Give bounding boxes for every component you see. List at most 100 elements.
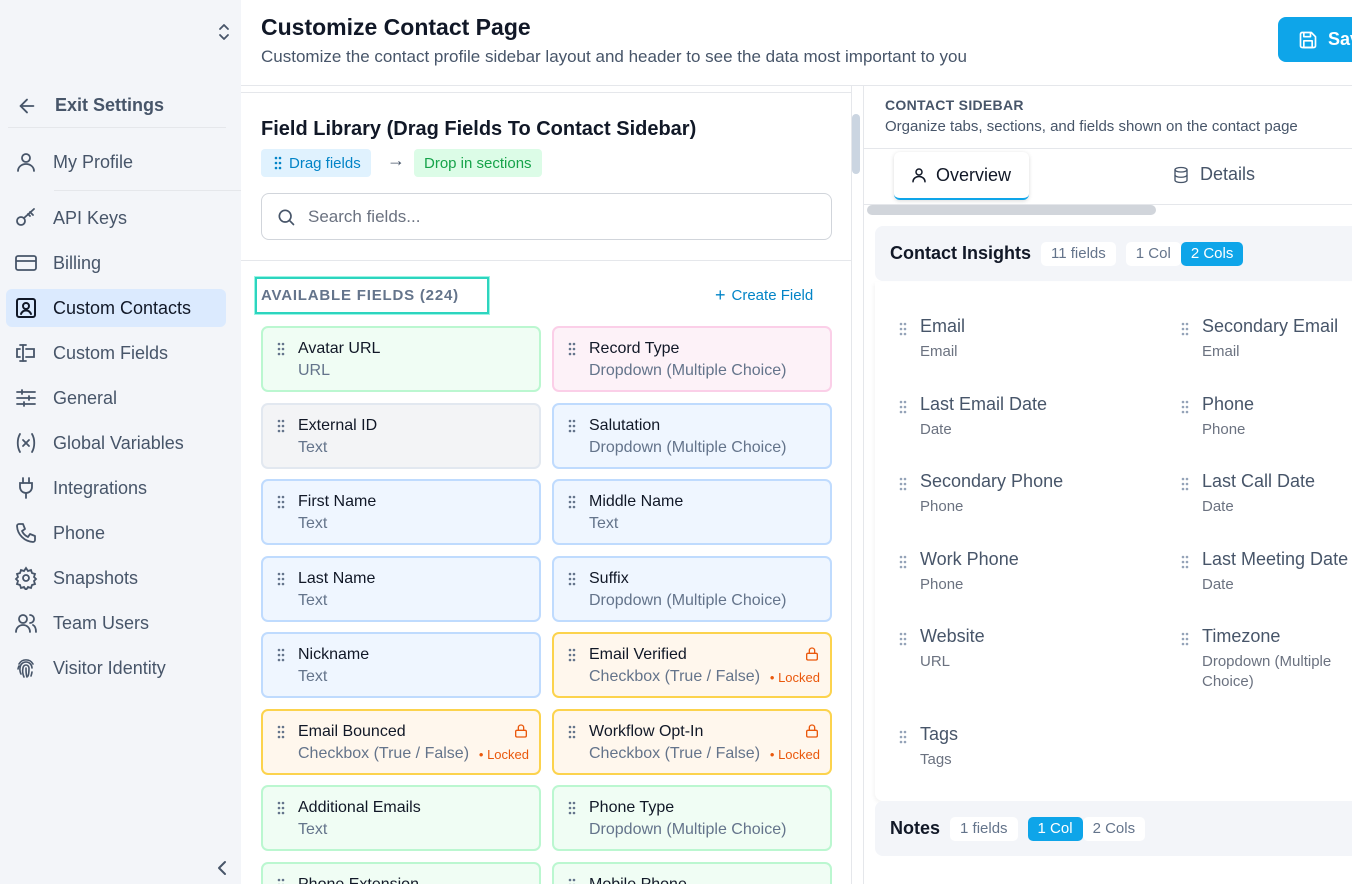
plus-icon: + bbox=[715, 285, 726, 305]
grip-icon[interactable] bbox=[1181, 555, 1189, 569]
sidebar-item-visitor-identity[interactable]: Visitor Identity bbox=[6, 649, 226, 687]
field-card[interactable]: Email Bounced Checkbox (True / False) • Lo… bbox=[261, 708, 541, 775]
sidebar-item-my-profile[interactable]: My Profile bbox=[6, 143, 226, 181]
field-card[interactable]: Suffix Dropdown (Multiple Choice) bbox=[552, 555, 832, 622]
plug-icon bbox=[14, 476, 38, 500]
field-card[interactable]: Nickname Text bbox=[261, 632, 541, 698]
field-card[interactable]: Mobile Phone bbox=[552, 861, 832, 884]
lock-icon bbox=[804, 723, 820, 739]
grip-icon[interactable] bbox=[277, 725, 285, 739]
field-card[interactable]: External ID Text bbox=[261, 402, 541, 469]
grip-icon[interactable] bbox=[277, 572, 285, 586]
sidebar-item-custom-contacts[interactable]: Custom Contacts bbox=[6, 289, 226, 327]
sidebar-item-phone[interactable]: Phone bbox=[6, 514, 226, 552]
field-card[interactable]: Record Type Dropdown (Multiple Choice) bbox=[552, 326, 832, 392]
field-card[interactable]: Salutation Dropdown (Multiple Choice) bbox=[552, 402, 832, 469]
sidebar-item-general[interactable]: General bbox=[6, 379, 226, 417]
one-col-toggle[interactable]: 1 Col bbox=[1027, 816, 1083, 841]
grip-icon[interactable] bbox=[568, 495, 576, 509]
section-header-contact-insights[interactable]: Contact Insights 11 fields 1 Col 2 Cols bbox=[875, 226, 1352, 281]
field-name: Nickname bbox=[298, 646, 370, 663]
grip-icon[interactable] bbox=[277, 801, 285, 815]
key-icon bbox=[14, 206, 38, 230]
field-type: Date bbox=[920, 421, 952, 438]
search-field[interactable] bbox=[261, 193, 832, 240]
grip-icon[interactable] bbox=[277, 495, 285, 509]
grip-icon[interactable] bbox=[899, 400, 907, 414]
sidebar-item-global-variables[interactable]: Global Variables bbox=[6, 424, 226, 462]
grip-icon[interactable] bbox=[899, 632, 907, 646]
grip-icon[interactable] bbox=[568, 572, 576, 586]
field-card[interactable]: Workflow Opt-In Checkbox (True / False) • … bbox=[552, 708, 832, 775]
field-name: Record Type bbox=[589, 340, 680, 357]
grip-icon[interactable] bbox=[1181, 632, 1189, 646]
sidebar-item-label: Custom Fields bbox=[53, 342, 169, 363]
grip-icon[interactable] bbox=[568, 342, 576, 356]
available-fields-label: AVAILABLE FIELDS (224) bbox=[261, 287, 459, 304]
section-header-notes[interactable]: Notes 1 fields 1 Col 2 Cols bbox=[875, 801, 1352, 856]
sidebar-item-integrations[interactable]: Integrations bbox=[6, 469, 226, 507]
field-card[interactable]: Email Verified Checkbox (True / False) • L… bbox=[552, 632, 832, 698]
two-cols-toggle[interactable]: 2 Cols bbox=[1180, 241, 1244, 266]
field-card[interactable]: First Name Text bbox=[261, 479, 541, 545]
sidebar-item-billing[interactable]: Billing bbox=[6, 244, 226, 282]
database-icon bbox=[1172, 166, 1190, 184]
phone-icon bbox=[14, 521, 38, 545]
field-type: Dropdown (Multiple Choice) bbox=[589, 591, 787, 609]
tabs-scrollbar[interactable] bbox=[867, 205, 1156, 215]
field-card[interactable]: Additional Emails Text bbox=[261, 785, 541, 851]
field-type: URL bbox=[920, 653, 951, 670]
one-col-toggle[interactable]: 1 Col bbox=[1125, 241, 1181, 266]
grip-icon[interactable] bbox=[899, 555, 907, 569]
field-card[interactable]: Phone Type Dropdown (Multiple Choice) bbox=[552, 785, 832, 851]
grip-icon[interactable] bbox=[568, 725, 576, 739]
grip-icon[interactable] bbox=[1181, 477, 1189, 491]
chevron-up-down-icon[interactable] bbox=[216, 22, 232, 42]
field-name: Last Name bbox=[298, 569, 376, 587]
library-scrollbar[interactable] bbox=[852, 114, 860, 174]
sidebar-item-label: Snapshots bbox=[53, 567, 139, 588]
exit-settings-button[interactable]: Exit Settings bbox=[8, 84, 226, 128]
sidebar-item-label: General bbox=[53, 387, 118, 408]
field-card[interactable]: Phone Extension bbox=[261, 861, 541, 884]
tab-label: Details bbox=[1200, 164, 1256, 184]
collapse-sidebar-icon[interactable] bbox=[212, 856, 232, 880]
grip-icon[interactable] bbox=[899, 477, 907, 491]
grip-icon[interactable] bbox=[277, 648, 285, 662]
sidebar-item-api-keys[interactable]: API Keys bbox=[6, 199, 226, 237]
field-name: Timezone bbox=[1202, 626, 1281, 646]
field-name: Work Phone bbox=[920, 549, 1019, 569]
tab-overview[interactable]: Overview bbox=[894, 152, 1029, 200]
field-name: Secondary Email bbox=[1202, 316, 1339, 336]
grip-icon[interactable] bbox=[277, 419, 285, 433]
sidebar-item-label: Custom Contacts bbox=[53, 297, 192, 318]
locked-badge: • Locked bbox=[769, 670, 820, 685]
grip-icon[interactable] bbox=[1181, 322, 1189, 336]
field-type: Text bbox=[298, 591, 328, 609]
grip-icon[interactable] bbox=[899, 322, 907, 336]
divider bbox=[241, 92, 851, 93]
field-card[interactable]: Last Name Text bbox=[261, 555, 541, 622]
save-button[interactable]: Save bbox=[1278, 17, 1352, 62]
grip-icon[interactable] bbox=[1181, 400, 1189, 414]
field-card[interactable]: Avatar URL URL bbox=[261, 326, 541, 392]
search-icon bbox=[276, 207, 296, 227]
tab-details[interactable]: Details bbox=[1172, 164, 1255, 185]
sidebar-item-team-users[interactable]: Team Users bbox=[6, 604, 226, 642]
grip-icon[interactable] bbox=[277, 342, 285, 356]
search-input[interactable] bbox=[308, 206, 808, 227]
field-name: Secondary Phone bbox=[920, 471, 1064, 491]
grip-icon[interactable] bbox=[568, 878, 576, 884]
two-cols-toggle[interactable]: 2 Cols bbox=[1082, 816, 1146, 841]
account-switcher[interactable] bbox=[8, 8, 236, 56]
credit-card-icon bbox=[14, 251, 38, 275]
sidebar-item-snapshots[interactable]: Snapshots bbox=[6, 559, 226, 597]
sidebar-item-custom-fields[interactable]: Custom Fields bbox=[6, 334, 226, 372]
create-field-button[interactable]: + Create Field bbox=[715, 285, 813, 306]
grip-icon[interactable] bbox=[568, 801, 576, 815]
grip-icon[interactable] bbox=[277, 878, 285, 884]
grip-icon[interactable] bbox=[568, 648, 576, 662]
field-card[interactable]: Middle Name Text bbox=[552, 479, 832, 545]
grip-icon[interactable] bbox=[568, 419, 576, 433]
grip-icon[interactable] bbox=[899, 730, 907, 744]
